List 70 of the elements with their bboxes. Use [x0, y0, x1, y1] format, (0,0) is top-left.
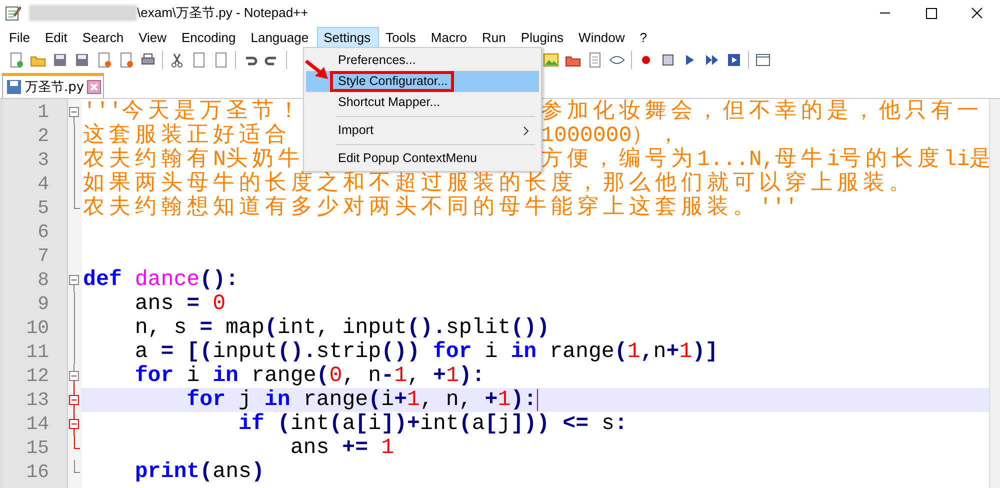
- new-icon[interactable]: [8, 52, 24, 68]
- code-text: print(ans): [134, 460, 264, 484]
- save-icon: [6, 79, 22, 95]
- code-text: for j in range(i+1, n, +1):: [186, 388, 537, 412]
- line-number: 4: [36, 173, 49, 195]
- menu-item[interactable]: Shortcut Mapper...: [306, 92, 539, 113]
- playmulti-icon[interactable]: [704, 52, 720, 68]
- code-text: '''今天是万圣节！: [83, 100, 304, 124]
- menu-item[interactable]: Run: [475, 26, 514, 48]
- panel-icon[interactable]: [755, 52, 771, 68]
- menu-item[interactable]: File: [2, 26, 38, 48]
- code-text: ans = 0: [134, 292, 226, 316]
- code-text: 这套服装正好适合: [83, 124, 291, 148]
- menu-item[interactable]: Language: [244, 26, 317, 48]
- line-number: 3: [36, 149, 49, 171]
- chevron-icon: [523, 126, 529, 136]
- line-number: 13: [25, 389, 49, 411]
- code-text: for i in range(0, n-1, +1):: [134, 364, 485, 388]
- code-text: 参加化妆舞会，但不幸的是，他只有一: [541, 100, 983, 124]
- line-number: 15: [25, 437, 49, 459]
- line-number: 8: [36, 269, 49, 291]
- menu-item[interactable]: Encoding: [174, 26, 244, 48]
- menu-item[interactable]: Plugins: [514, 26, 572, 48]
- savemacro-icon[interactable]: [726, 52, 742, 68]
- menu-item[interactable]: Macro: [424, 26, 476, 48]
- menu-item[interactable]: ?: [632, 26, 656, 48]
- code-text: if (int(a[i])+int(a[j])) <= s:: [238, 412, 628, 436]
- doc-icon[interactable]: [587, 52, 603, 68]
- stop-icon[interactable]: [660, 52, 676, 68]
- menu-item[interactable]: Search: [75, 26, 132, 48]
- scrollbar[interactable]: [989, 99, 1000, 488]
- code-text: 农夫约翰想知道有多少对两头不同的母牛能穿上这套服装。''': [83, 196, 798, 220]
- line-number: 2: [36, 125, 49, 147]
- menu-item[interactable]: Tools: [378, 26, 424, 48]
- line-number: 5: [36, 197, 49, 219]
- cut-icon[interactable]: [169, 52, 185, 68]
- code-text: def dance():: [83, 268, 239, 292]
- collapse-icon[interactable]: [68, 388, 80, 412]
- menu-item[interactable]: Settings: [316, 26, 379, 48]
- line-number: 12: [25, 365, 49, 387]
- line-number: 11: [25, 341, 49, 363]
- code-text: 1000000），: [541, 124, 684, 148]
- closeall-icon[interactable]: [118, 52, 134, 68]
- code-text: 如果两头母牛的长度之和不超过服装的长度，那么他们就可以穿上服装。: [83, 172, 915, 196]
- code-text: a = [(input().strip()) for i in range(1,n+1)]: [134, 340, 718, 364]
- saveall-icon[interactable]: [74, 52, 90, 68]
- collapse-icon[interactable]: [68, 364, 80, 388]
- file-tab[interactable]: 万圣节.py: [2, 73, 104, 98]
- menu-item[interactable]: Window: [572, 26, 633, 48]
- code-text: ans += 1: [289, 436, 394, 460]
- line-number: 7: [36, 245, 49, 267]
- menu-item[interactable]: Preferences...: [306, 50, 539, 71]
- annotation-arrow: [305, 60, 329, 80]
- notepad-icon: [5, 5, 21, 21]
- picture-icon[interactable]: [543, 52, 559, 68]
- menu-item[interactable]: Edit: [38, 26, 76, 48]
- menu-item[interactable]: Edit Popup ContextMenu: [306, 148, 539, 169]
- save-icon[interactable]: [52, 52, 68, 68]
- menu-item[interactable]: View: [132, 26, 175, 48]
- line-number: 6: [36, 221, 49, 243]
- menu-item[interactable]: Style Configurator...: [306, 71, 539, 92]
- code-text: n, s = map(int, input().split()): [134, 316, 550, 340]
- menu-item[interactable]: Import: [306, 120, 539, 141]
- line-number: 14: [25, 413, 49, 435]
- collapse-icon[interactable]: [68, 412, 80, 436]
- line-number: 9: [36, 293, 49, 315]
- line-number: 10: [25, 317, 49, 339]
- line-number: 1: [36, 101, 49, 123]
- window-title: \exam\万圣节.py - Notepad++: [137, 4, 308, 22]
- line-number: 16: [25, 461, 49, 483]
